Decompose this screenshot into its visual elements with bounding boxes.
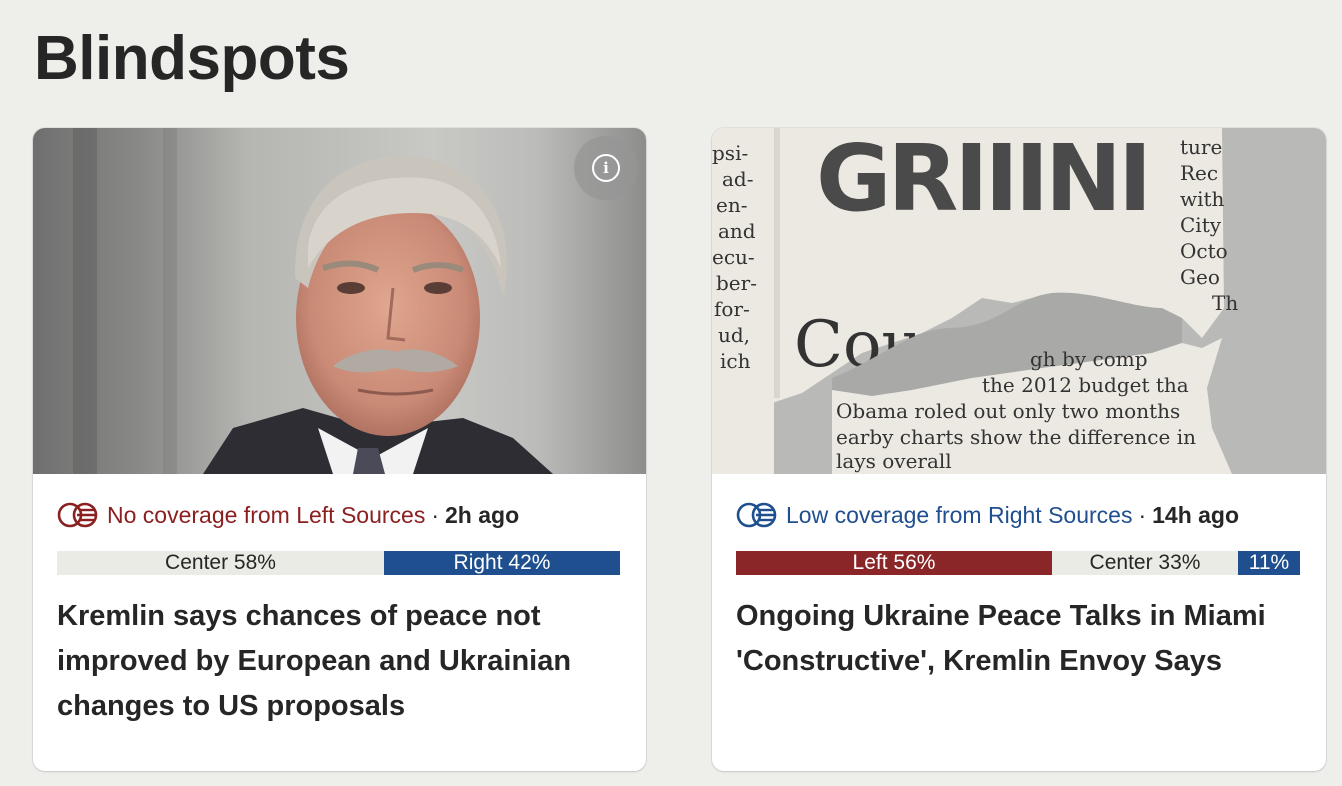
newspaper-text: the 2012 budget tha — [982, 373, 1189, 397]
bias-bar: Center 58% Right 42% — [57, 551, 620, 575]
newspaper-text: ber- — [716, 271, 757, 295]
newspaper-text: lays overall — [836, 449, 952, 473]
coverage-label: No coverage from Left Sources — [107, 501, 426, 528]
newspaper-text: ud, — [718, 323, 750, 347]
story-image[interactable]: GRIIINI psi- ad- en- and ecu- ber- for- … — [712, 128, 1326, 474]
story-headline[interactable]: Ongoing Ukraine Peace Talks in Miami 'Co… — [736, 594, 1296, 684]
info-icon: i — [592, 154, 620, 182]
separator-dot: · — [1138, 501, 1147, 528]
newspaper-text: earby charts show the difference in — [836, 425, 1196, 449]
coverage-label: Low coverage from Right Sources — [786, 501, 1133, 528]
newspaper-text: en- — [716, 193, 747, 217]
newspaper-text: City — [1180, 213, 1222, 237]
bias-segment-left: Left 56% — [736, 551, 1052, 575]
info-button[interactable]: i — [574, 136, 638, 200]
newspaper-masthead: GRIIINI — [816, 128, 1148, 232]
blindspot-card[interactable]: GRIIINI psi- ad- en- and ecu- ber- for- … — [712, 128, 1326, 771]
coverage-meta: Low coverage from Right Sources · 14h ag… — [736, 500, 1239, 530]
newspaper-text: ad- — [722, 167, 753, 191]
newspaper-text: gh by comp — [1030, 347, 1148, 371]
blindspot-card[interactable]: i No coverage from Left Sources · 2h ago… — [33, 128, 646, 771]
story-age: 2h ago — [445, 501, 520, 528]
story-age: 14h ago — [1152, 501, 1240, 528]
separator-dot: · — [431, 501, 439, 528]
bias-segment-center: Center 33% — [1052, 551, 1238, 575]
coverage-meta: No coverage from Left Sources · 2h ago — [57, 500, 519, 530]
newspaper-text: for- — [714, 297, 750, 321]
newspaper-text: ture — [1180, 135, 1222, 159]
blindspot-circles-icon — [57, 502, 98, 528]
newspaper-text: Obama roled out only two months — [836, 399, 1180, 423]
newspaper-text: with — [1180, 187, 1225, 211]
newspaper-text: ecu- — [712, 245, 755, 269]
bias-bar: Left 56% Center 33% 11% — [736, 551, 1300, 575]
story-headline[interactable]: Kremlin says chances of peace not improv… — [57, 594, 617, 729]
newspaper-text: Geo — [1180, 265, 1220, 289]
story-image[interactable]: i — [33, 128, 646, 474]
bias-segment-center: Center 58% — [57, 551, 384, 575]
blindspot-circles-icon — [736, 502, 777, 528]
bias-segment-right: Right 42% — [384, 551, 620, 575]
section-title: Blindspots — [34, 24, 350, 93]
bias-segment-right: 11% — [1238, 551, 1300, 575]
newspaper-text: psi- — [712, 141, 748, 165]
newspaper-text: Th — [1212, 291, 1238, 315]
newspaper-text: Octo — [1180, 239, 1228, 263]
newspaper-text: Rec — [1180, 161, 1218, 185]
newspaper-text: ich — [720, 349, 751, 373]
newspaper-text: and — [718, 219, 756, 243]
